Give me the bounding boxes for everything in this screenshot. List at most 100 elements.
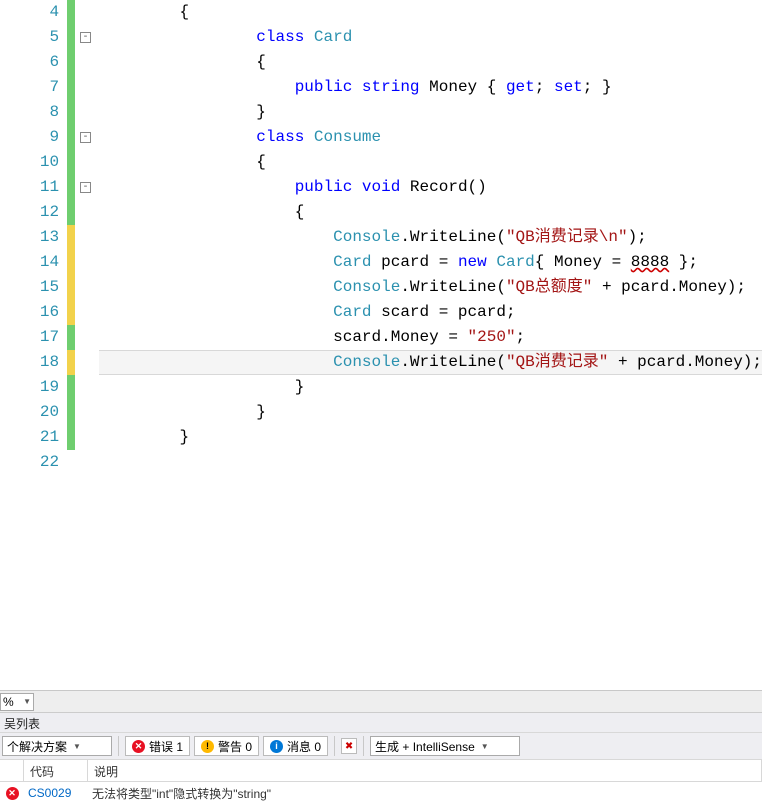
line-number: 18 (0, 350, 59, 375)
toolbar-separator (118, 736, 119, 756)
change-marker (67, 450, 75, 475)
outline-cell: - (75, 175, 99, 200)
change-marker (67, 375, 75, 400)
outline-cell (75, 350, 99, 375)
chevron-down-icon: ▼ (481, 742, 489, 751)
code-line[interactable]: { (99, 150, 762, 175)
change-marker (67, 350, 75, 375)
warning-icon: ! (201, 740, 214, 753)
clear-filter-icon: ✖ (345, 741, 353, 752)
line-number: 16 (0, 300, 59, 325)
warnings-filter-button[interactable]: ! 警告 0 (194, 736, 259, 756)
change-marker (67, 75, 75, 100)
line-number: 13 (0, 225, 59, 250)
code-line[interactable]: class Consume (99, 125, 762, 150)
code-line[interactable]: Console.WriteLine("QB消费记录" + pcard.Money… (99, 350, 762, 375)
change-marker (67, 275, 75, 300)
line-number: 4 (0, 0, 59, 25)
code-line[interactable]: public void Record() (99, 175, 762, 200)
error-code[interactable]: CS0029 (24, 786, 88, 800)
outline-column[interactable]: - - - (75, 0, 99, 690)
error-grid-header[interactable]: 代码 说明 (0, 760, 762, 782)
outline-cell (75, 200, 99, 225)
change-marker (67, 0, 75, 25)
outline-cell: - (75, 125, 99, 150)
change-marker (67, 300, 75, 325)
change-marker (67, 400, 75, 425)
errors-filter-button[interactable]: ✕ 错误 1 (125, 736, 190, 756)
code-line[interactable]: } (99, 400, 762, 425)
outline-cell (75, 225, 99, 250)
change-marker (67, 175, 75, 200)
clear-filter-button[interactable]: ✖ (341, 738, 357, 754)
outline-cell (75, 50, 99, 75)
grid-header-icon[interactable] (0, 760, 24, 781)
source-filter-combo[interactable]: 生成 + IntelliSense ▼ (370, 736, 520, 756)
outline-cell (75, 450, 99, 475)
zoom-bar: % ▼ (0, 690, 762, 712)
outline-cell (75, 100, 99, 125)
line-number: 9 (0, 125, 59, 150)
code-editor[interactable]: 45678910111213141516171819202122 --- { c… (0, 0, 762, 690)
zoom-value: % (3, 695, 14, 709)
line-number: 11 (0, 175, 59, 200)
change-marker (67, 100, 75, 125)
zoom-combo[interactable]: % ▼ (0, 693, 34, 711)
outline-cell (75, 375, 99, 400)
code-line[interactable]: scard.Money = "250"; (99, 325, 762, 350)
error-list-toolbar: 个解决方案 ▼ ✕ 错误 1 ! 警告 0 i 消息 0 ✖ 生成 + Inte… (0, 732, 762, 760)
outline-cell (75, 400, 99, 425)
change-marker (67, 325, 75, 350)
code-line[interactable]: { (99, 50, 762, 75)
code-line[interactable]: } (99, 100, 762, 125)
code-line[interactable] (99, 450, 762, 475)
outline-cell (75, 150, 99, 175)
line-number: 7 (0, 75, 59, 100)
change-marker (67, 200, 75, 225)
line-number: 10 (0, 150, 59, 175)
outline-cell (75, 300, 99, 325)
line-number: 20 (0, 400, 59, 425)
line-number: 8 (0, 100, 59, 125)
code-line[interactable]: public string Money { get; set; } (99, 75, 762, 100)
source-filter-label: 生成 + IntelliSense (375, 738, 475, 755)
change-marker (67, 125, 75, 150)
toolbar-separator (363, 736, 364, 756)
error-row[interactable]: ✕CS0029无法将类型"int"隐式转换为"string" (0, 782, 762, 804)
code-line[interactable]: } (99, 375, 762, 400)
code-line[interactable]: { (99, 0, 762, 25)
outline-cell: - (75, 25, 99, 50)
line-number: 5 (0, 25, 59, 50)
code-line[interactable]: { (99, 200, 762, 225)
scope-combo-label: 个解决方案 (7, 738, 67, 755)
change-marker (67, 225, 75, 250)
outline-cell (75, 275, 99, 300)
grid-header-code[interactable]: 代码 (24, 760, 88, 781)
grid-header-desc[interactable]: 说明 (88, 760, 762, 781)
code-content[interactable]: { class Card { public string Money { get… (99, 0, 762, 690)
fold-toggle[interactable]: - (80, 182, 91, 193)
fold-toggle[interactable]: - (80, 32, 91, 43)
outline-cell (75, 75, 99, 100)
line-number-gutter: 45678910111213141516171819202122 (0, 0, 67, 690)
line-number: 14 (0, 250, 59, 275)
code-line[interactable]: } (99, 425, 762, 450)
change-marker (67, 250, 75, 275)
fold-toggle[interactable]: - (80, 132, 91, 143)
code-line[interactable]: Console.WriteLine("QB总额度" + pcard.Money)… (99, 275, 762, 300)
messages-filter-button[interactable]: i 消息 0 (263, 736, 328, 756)
change-marker (67, 50, 75, 75)
line-number: 22 (0, 450, 59, 475)
code-line[interactable]: Console.WriteLine("QB消费记录\n"); (99, 225, 762, 250)
error-description: 无法将类型"int"隐式转换为"string" (88, 785, 762, 802)
warnings-filter-label: 警告 0 (218, 738, 252, 755)
chevron-down-icon: ▼ (23, 697, 31, 706)
scope-combo[interactable]: 个解决方案 ▼ (2, 736, 112, 756)
code-line[interactable]: class Card (99, 25, 762, 50)
code-line[interactable]: Card pcard = new Card{ Money = 8888 }; (99, 250, 762, 275)
info-icon: i (270, 740, 283, 753)
error-grid-body: ✕CS0029无法将类型"int"隐式转换为"string" (0, 782, 762, 804)
change-indicator-bar (67, 0, 75, 690)
change-marker (67, 25, 75, 50)
code-line[interactable]: Card scard = pcard; (99, 300, 762, 325)
